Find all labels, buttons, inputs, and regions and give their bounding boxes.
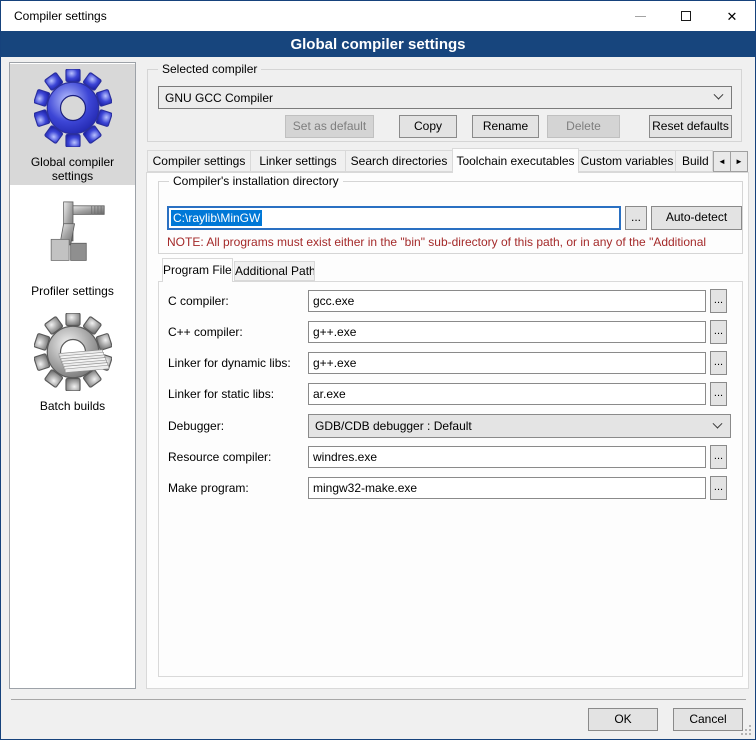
titlebar: Compiler settings ✕ xyxy=(1,1,755,31)
selected-compiler-group: Selected compiler GNU GCC Compiler Set a… xyxy=(147,69,742,142)
footer-divider xyxy=(11,699,746,700)
copy-button[interactable]: Copy xyxy=(399,115,457,138)
page-title: Global compiler settings xyxy=(290,36,465,53)
browse-make-program-button[interactable]: ... xyxy=(710,476,727,500)
tab-custom-variables[interactable]: Custom variables xyxy=(578,150,676,172)
caliper-icon xyxy=(34,198,112,279)
browse-dynamic-linker-button[interactable]: ... xyxy=(710,351,727,375)
chevron-down-icon xyxy=(713,418,723,428)
sidebar-item-global-compiler-settings[interactable]: Global compiler settings xyxy=(10,64,135,185)
group-legend: Selected compiler xyxy=(158,62,261,77)
cpp-compiler-input[interactable] xyxy=(308,321,706,343)
tab-compiler-settings[interactable]: Compiler settings xyxy=(147,150,251,172)
set-as-default-button: Set as default xyxy=(285,115,374,138)
delete-button: Delete xyxy=(547,115,620,138)
auto-detect-button[interactable]: Auto-detect xyxy=(651,206,742,230)
rename-button[interactable]: Rename xyxy=(472,115,539,138)
gray-gear-papers-icon xyxy=(34,313,112,394)
sidebar-item-profiler-settings[interactable]: Profiler settings xyxy=(10,193,135,300)
field-row-resource-compiler: Resource compiler: ... xyxy=(159,445,742,471)
install-dir-selected-text: C:\raylib\MinGW xyxy=(171,210,262,226)
subtab-additional-paths[interactable]: Additional Paths xyxy=(234,261,315,281)
field-label: C++ compiler: xyxy=(168,320,308,344)
field-row-make-program: Make program: ... xyxy=(159,476,742,502)
close-button[interactable]: ✕ xyxy=(709,1,755,31)
program-files-page: C compiler: ... C++ compiler: ... Linker… xyxy=(158,281,743,677)
browse-install-dir-button[interactable]: ... xyxy=(625,206,647,230)
banner: Global compiler settings xyxy=(1,31,755,57)
c-compiler-input[interactable] xyxy=(308,290,706,312)
settings-category-list: Global compiler settings xyxy=(9,62,136,689)
browse-cpp-compiler-button[interactable]: ... xyxy=(710,320,727,344)
installation-directory-group: Compiler's installation directory C:\ray… xyxy=(158,181,743,254)
blue-gear-icon xyxy=(34,69,112,150)
maximize-icon xyxy=(681,11,691,21)
tab-search-directories[interactable]: Search directories xyxy=(345,150,453,172)
ok-button[interactable]: OK xyxy=(588,708,658,731)
tab-toolchain-executables[interactable]: Toolchain executables xyxy=(452,148,579,173)
compiler-settings-dialog: Compiler settings ✕ Global compiler sett… xyxy=(0,0,756,740)
sidebar-item-batch-builds[interactable]: Batch builds xyxy=(10,308,135,420)
field-label: Linker for static libs: xyxy=(168,382,308,406)
dynamic-linker-input[interactable] xyxy=(308,352,706,374)
tab-build-options[interactable]: Build options xyxy=(675,150,713,172)
group-legend: Compiler's installation directory xyxy=(169,174,343,189)
field-row-static-linker: Linker for static libs: ... xyxy=(159,382,742,408)
sidebar-item-label: Batch builds xyxy=(40,399,105,413)
selected-compiler-dropdown[interactable]: GNU GCC Compiler xyxy=(158,86,732,109)
field-row-cpp-compiler: C++ compiler: ... xyxy=(159,320,742,346)
tab-scroll-left-button[interactable]: ◄ xyxy=(713,151,731,172)
cancel-button[interactable]: Cancel xyxy=(673,708,743,731)
tab-scroll-right-button[interactable]: ► xyxy=(730,151,748,172)
reset-defaults-button[interactable]: Reset defaults xyxy=(649,115,732,138)
chevron-down-icon xyxy=(714,90,724,100)
subtab-program-files[interactable]: Program Files xyxy=(162,258,233,282)
dialog-body: Global compiler settings xyxy=(1,57,755,739)
field-row-c-compiler: C compiler: ... xyxy=(159,289,742,315)
install-dir-input[interactable]: C:\raylib\MinGW xyxy=(167,206,621,230)
sidebar-item-label: Global compiler settings xyxy=(10,155,135,183)
static-linker-input[interactable] xyxy=(308,383,706,405)
tab-linker-settings[interactable]: Linker settings xyxy=(250,150,346,172)
debugger-value: GDB/CDB debugger : Default xyxy=(315,419,472,433)
minimize-button[interactable] xyxy=(617,1,663,31)
field-row-debugger: Debugger: GDB/CDB debugger : Default xyxy=(159,414,742,440)
field-label: Resource compiler: xyxy=(168,445,308,469)
close-icon: ✕ xyxy=(727,10,738,23)
minimize-icon xyxy=(635,16,646,17)
bin-note-text: NOTE: All programs must exist either in … xyxy=(167,235,740,249)
field-row-dynamic-linker: Linker for dynamic libs: ... xyxy=(159,351,742,377)
resource-compiler-input[interactable] xyxy=(308,446,706,468)
field-label: Debugger: xyxy=(168,414,308,438)
window-title: Compiler settings xyxy=(1,9,107,23)
toolchain-executables-page: Compiler's installation directory C:\ray… xyxy=(146,172,749,689)
browse-static-linker-button[interactable]: ... xyxy=(710,382,727,406)
field-label: C compiler: xyxy=(168,289,308,313)
selected-compiler-value: GNU GCC Compiler xyxy=(165,91,273,105)
field-label: Make program: xyxy=(168,476,308,500)
field-label: Linker for dynamic libs: xyxy=(168,351,308,375)
browse-resource-compiler-button[interactable]: ... xyxy=(710,445,727,469)
browse-c-compiler-button[interactable]: ... xyxy=(710,289,727,313)
resize-grip[interactable] xyxy=(740,724,752,739)
maximize-button[interactable] xyxy=(663,1,709,31)
debugger-dropdown[interactable]: GDB/CDB debugger : Default xyxy=(308,414,731,438)
make-program-input[interactable] xyxy=(308,477,706,499)
window-controls: ✕ xyxy=(617,1,755,31)
sidebar-item-label: Profiler settings xyxy=(31,284,114,298)
